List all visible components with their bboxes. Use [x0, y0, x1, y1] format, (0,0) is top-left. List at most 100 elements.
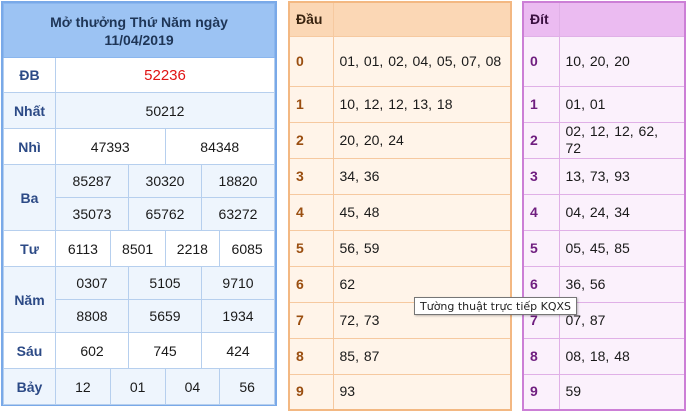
dau-row: 1 10, 12, 12, 13, 18 — [288, 85, 512, 123]
results-date: 11/04/2019 — [104, 31, 174, 48]
prize-row-nhi: Nhì 47393 84348 — [3, 128, 275, 165]
prize-value: 0307 — [55, 266, 129, 300]
prize-label-nhat: Nhất — [3, 92, 56, 129]
prize-value: 6113 — [55, 230, 111, 267]
dau-header-row: Đầu — [288, 1, 512, 37]
prize-value: 8808 — [55, 299, 129, 333]
dit-values: 07, 87 — [558, 301, 686, 339]
dau-key: 9 — [288, 373, 334, 411]
prize-value: 18820 — [201, 164, 275, 198]
prize-value: 5105 — [128, 266, 202, 300]
results-title-line1: Mở thưởng Thứ Năm ngày — [50, 13, 228, 30]
dau-values: 85, 87 — [332, 337, 512, 375]
dau-row: 4 45, 48 — [288, 193, 512, 231]
prize-value: 30320 — [128, 164, 202, 198]
dau-values: 01, 01, 02, 04, 05, 07, 08 — [332, 35, 512, 87]
dit-key: 8 — [522, 337, 560, 375]
dit-key: 4 — [522, 193, 560, 231]
prize-value: 9710 — [201, 266, 275, 300]
prize-label-db: ĐB — [3, 57, 56, 93]
prize-value: 85287 — [55, 164, 129, 198]
prize-label-bay: Bảy — [3, 368, 56, 405]
dau-key: 0 — [288, 35, 334, 87]
dau-table: Đầu 0 01, 01, 02, 04, 05, 07, 08 1 10, 1… — [288, 1, 512, 411]
dit-row: 8 08, 18, 48 — [522, 337, 686, 375]
dit-row: 0 10, 20, 20 — [522, 35, 686, 87]
dau-values: 56, 59 — [332, 229, 512, 267]
dau-key: 8 — [288, 337, 334, 375]
prize-row-nhat: Nhất 50212 — [3, 92, 275, 129]
prize-value: 5659 — [128, 299, 202, 333]
prize-value: 56 — [219, 368, 275, 405]
dau-row: 3 34, 36 — [288, 157, 512, 195]
prize-value: 8501 — [109, 230, 166, 267]
prize-value: 35073 — [55, 197, 129, 231]
prize-row-ba: Ba 85287 30320 18820 — [3, 164, 275, 231]
prize-value: 2218 — [164, 230, 221, 267]
dau-key: 3 — [288, 157, 334, 195]
dit-key: 1 — [522, 85, 560, 123]
prize-value: 47393 — [55, 128, 166, 165]
prize-label-nhi: Nhì — [3, 128, 56, 165]
dau-values: 20, 20, 24 — [332, 121, 512, 159]
prize-row-sau: Sáu 602 745 424 — [3, 332, 275, 369]
dau-values: 93 — [332, 373, 512, 411]
prize-row-db: ĐB 52236 — [3, 57, 275, 93]
prize-value: 745 — [128, 332, 202, 369]
dit-values: 10, 20, 20 — [558, 35, 686, 87]
dau-row: 5 56, 59 — [288, 229, 512, 267]
dit-values: 02, 12, 12, 62, 72 — [558, 121, 686, 159]
prize-label-ba: Ba — [3, 164, 56, 231]
dit-values: 01, 01 — [558, 85, 686, 123]
prize-value: 84348 — [164, 128, 275, 165]
prize-value: 63272 — [201, 197, 275, 231]
dau-key: 7 — [288, 301, 334, 339]
results-title: Mở thưởng Thứ Năm ngày 11/04/2019 — [3, 3, 275, 58]
prize-row-bay: Bảy 12 01 04 56 — [3, 368, 275, 405]
prize-label-nam: Năm — [3, 266, 56, 333]
dau-key: 1 — [288, 85, 334, 123]
prize-value: 04 — [164, 368, 221, 405]
dit-key: 3 — [522, 157, 560, 195]
prize-value: 1934 — [201, 299, 275, 333]
lottery-results-table: Mở thưởng Thứ Năm ngày 11/04/2019 ĐB 522… — [1, 1, 277, 406]
prize-row-tu: Tư 6113 8501 2218 6085 — [3, 230, 275, 267]
dit-row: 1 01, 01 — [522, 85, 686, 123]
dit-key: 2 — [522, 121, 560, 159]
dau-row: 8 85, 87 — [288, 337, 512, 375]
dit-key: 0 — [522, 35, 560, 87]
dit-key: 5 — [522, 229, 560, 267]
dit-row: 5 05, 45, 85 — [522, 229, 686, 267]
dau-header: Đầu — [288, 1, 334, 37]
dau-key: 4 — [288, 193, 334, 231]
dau-key: 2 — [288, 121, 334, 159]
prize-label-tu: Tư — [3, 230, 56, 267]
prize-value: 602 — [55, 332, 129, 369]
dau-key: 5 — [288, 229, 334, 267]
dit-table: Đít 0 10, 20, 20 1 01, 01 2 02, 12, 12, … — [522, 1, 686, 411]
dit-values: 05, 45, 85 — [558, 229, 686, 267]
prize-value: 6085 — [219, 230, 275, 267]
dau-values: 34, 36 — [332, 157, 512, 195]
dit-row: 9 59 — [522, 373, 686, 411]
prize-value: 424 — [201, 332, 275, 369]
dit-values: 36, 56 — [558, 265, 686, 303]
dau-row: 9 93 — [288, 373, 512, 411]
dit-values: 04, 24, 34 — [558, 193, 686, 231]
dit-row: 3 13, 73, 93 — [522, 157, 686, 195]
prize-label-sau: Sáu — [3, 332, 56, 369]
prize-value: 65762 — [128, 197, 202, 231]
dau-values: 10, 12, 12, 13, 18 — [332, 85, 512, 123]
prize-value: 01 — [109, 368, 166, 405]
dau-key: 6 — [288, 265, 334, 303]
dit-row: 2 02, 12, 12, 62, 72 — [522, 121, 686, 159]
dit-values: 13, 73, 93 — [558, 157, 686, 195]
prize-value: 50212 — [55, 92, 275, 129]
prize-row-nam: Năm 0307 5105 9710 — [3, 266, 275, 333]
live-results-tooltip: Tường thuật trực tiếp KQXS — [414, 297, 578, 315]
dit-key: 9 — [522, 373, 560, 411]
dit-row: 4 04, 24, 34 — [522, 193, 686, 231]
dit-header-row: Đít — [522, 1, 686, 37]
prize-value: 12 — [55, 368, 111, 405]
dit-values: 08, 18, 48 — [558, 337, 686, 375]
